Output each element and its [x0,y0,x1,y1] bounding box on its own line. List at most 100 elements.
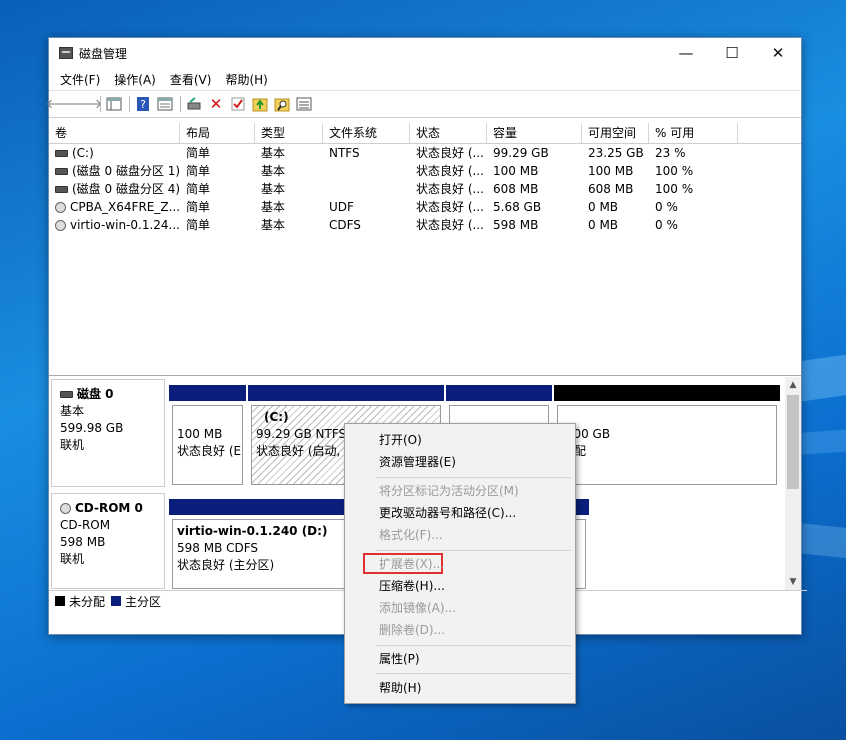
percent-free-cell: 100 % [655,182,694,196]
table-row[interactable]: virtio-win-0.1.24... 简单 基本 CDFS 状态良好 (..… [49,216,801,234]
menu-help[interactable]: 帮助(H) [218,71,274,88]
table-row[interactable]: (C:) 简单 基本 NTFS 状态良好 (... 99.29 GB 23.25… [49,144,801,162]
menu-mark-active[interactable]: 将分区标记为活动分区(M) [379,481,519,501]
column-header-filesystem[interactable]: 文件系统 [323,123,410,143]
menu-delete-volume[interactable]: 删除卷(D)... [379,620,445,640]
menu-shrink-volume[interactable]: 压缩卷(H)... [379,576,445,596]
status-cell: 状态良好 (... [416,218,484,232]
filesystem-cell [323,162,410,180]
menu-action[interactable]: 操作(A) [107,71,163,88]
volume-list-header: 卷 布局 类型 文件系统 状态 容量 可用空间 % 可用 [49,123,801,144]
partition-bar [554,385,780,401]
minimize-button[interactable]: — [663,38,709,68]
column-header-type[interactable]: 类型 [255,123,323,143]
volume-name: virtio-win-0.1.24... [70,218,180,232]
status-cell: 状态良好 (... [416,164,484,178]
partition-status: 分配 [562,443,772,460]
scroll-up-icon[interactable]: ▲ [785,377,801,393]
type-cell: 基本 [261,218,286,232]
maximize-button[interactable]: ☐ [709,38,755,68]
primary-swatch [111,596,122,606]
capacity-cell: 598 MB [493,218,539,232]
column-header-volume[interactable]: 卷 [49,123,180,143]
table-row[interactable]: CPBA_X64FRE_Z... 简单 基本 UDF 状态良好 (... 5.6… [49,198,801,216]
menu-format[interactable]: 格式化(F)... [379,525,443,545]
partition-unallocated[interactable]: 0.00 GB 分配 [554,385,780,485]
column-header-free-space[interactable]: 可用空间 [582,123,649,143]
percent-free-cell: 0 % [655,218,678,232]
volume-name: (磁盘 0 磁盘分区 1) [72,164,180,178]
table-row[interactable]: (磁盘 0 磁盘分区 4) 简单 基本 状态良好 (... 608 MB 608… [49,180,801,198]
menu-explorer[interactable]: 资源管理器(E) [379,452,456,472]
filesystem-cell [323,180,410,198]
capacity-cell: 608 MB [493,182,539,196]
window-title: 磁盘管理 [79,46,128,61]
disk-0-info[interactable]: 磁盘 0 基本 599.98 GB 联机 [51,379,165,487]
status-cell: 状态良好 (... [416,146,484,160]
properties-icon[interactable] [155,94,175,114]
partition-efi[interactable]: 100 MB 状态良好 (E [169,385,246,485]
volume-name: (C:) [72,146,94,160]
menu-extend-volume[interactable]: 扩展卷(X)... [379,554,444,574]
vertical-scrollbar[interactable]: ▲ ▼ [785,377,801,590]
disk-type: 基本 [60,404,85,418]
close-button[interactable]: ✕ [755,38,801,68]
cd-icon [60,503,71,514]
disk-status: 联机 [60,438,85,452]
menu-help-item[interactable]: 帮助(H) [379,678,421,698]
free-space-cell: 100 MB [588,164,634,178]
menu-add-mirror[interactable]: 添加镜像(A)... [379,598,456,618]
cd-icon [55,220,66,231]
menu-open[interactable]: 打开(O) [379,430,422,450]
partition-label [177,409,238,426]
partition-label [562,409,772,426]
context-menu: 打开(O) 资源管理器(E) 将分区标记为活动分区(M) 更改驱动器号和路径(C… [344,423,576,704]
connect-disk-icon[interactable] [184,94,204,114]
cdrom-0-info[interactable]: CD-ROM 0 CD-ROM 598 MB 联机 [51,493,165,589]
layout-cell: 简单 [186,182,211,196]
check-icon[interactable] [228,94,248,114]
toolbar: 🡐 🡒 ? ✕ [46,90,801,118]
cd-icon [55,202,66,213]
volume-name: (磁盘 0 磁盘分区 4) [72,182,180,196]
filesystem-cell: CDFS [329,218,361,232]
layout-cell: 简单 [186,218,211,232]
partition-bar [446,385,552,401]
column-header-layout[interactable]: 布局 [180,123,255,143]
drive-icon [55,168,68,175]
scroll-thumb[interactable] [787,395,799,489]
table-row[interactable]: (磁盘 0 磁盘分区 1) 简单 基本 状态良好 (... 100 MB 100… [49,162,801,180]
percent-free-cell: 0 % [655,200,678,214]
help-icon[interactable]: ? [133,94,153,114]
search-folder-icon[interactable] [272,94,292,114]
svg-text:?: ? [140,98,146,111]
list-icon[interactable] [294,94,314,114]
column-header-capacity[interactable]: 容量 [487,123,582,143]
console-tree-icon[interactable] [104,94,124,114]
forward-icon[interactable]: 🡒 [68,94,103,114]
type-cell: 基本 [261,146,286,160]
legend-unallocated: 未分配 [69,594,106,609]
percent-free-cell: 23 % [655,146,686,160]
scroll-down-icon[interactable]: ▼ [785,574,801,590]
menu-file[interactable]: 文件(F) [53,71,107,88]
disk-status: 联机 [60,552,85,566]
folder-up-icon[interactable] [250,94,270,114]
column-header-percent-free[interactable]: % 可用 [649,123,738,143]
title-bar: 磁盘管理 — ☐ ✕ [49,38,801,68]
unallocated-swatch [55,596,65,606]
partition-status: 状态良好 (E [177,444,242,458]
percent-free-cell: 100 % [655,164,694,178]
menu-properties[interactable]: 属性(P) [379,649,420,669]
filesystem-cell: NTFS [329,146,360,160]
disk-name: CD-ROM 0 [75,501,143,515]
drive-icon [55,186,68,193]
delete-icon[interactable]: ✕ [206,94,226,114]
drive-icon [55,150,68,157]
menu-view[interactable]: 查看(V) [163,71,219,88]
volume-list: 卷 布局 类型 文件系统 状态 容量 可用空间 % 可用 (C:) 简单 基本 … [49,123,801,376]
column-header-status[interactable]: 状态 [410,123,487,143]
menu-change-drive-letter[interactable]: 更改驱动器号和路径(C)... [379,503,516,523]
filesystem-cell: UDF [329,200,354,214]
partition-bar [248,385,444,401]
